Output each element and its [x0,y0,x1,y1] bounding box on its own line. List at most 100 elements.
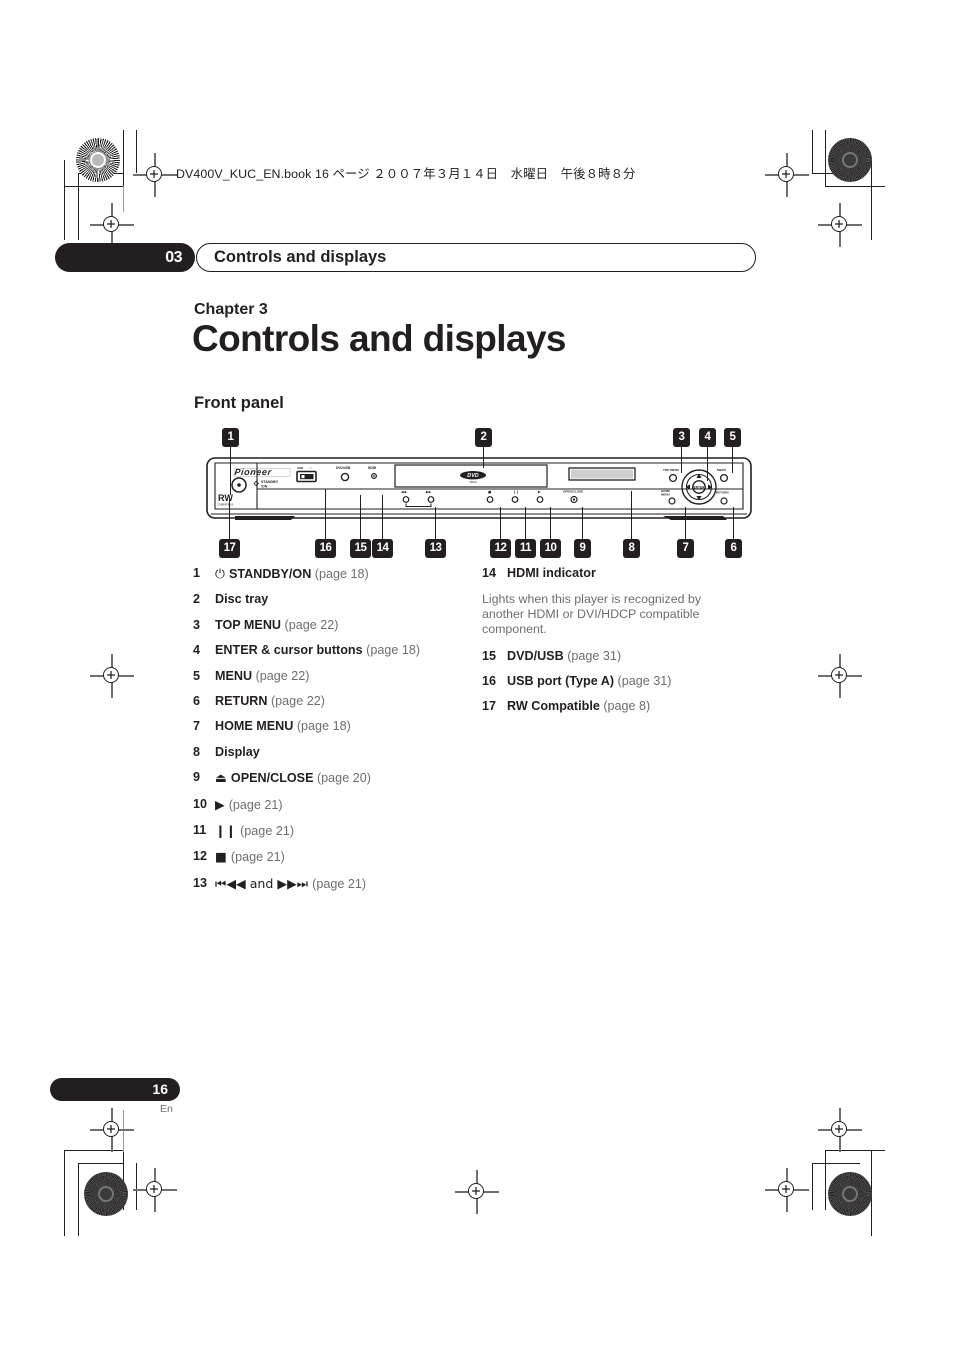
svg-text:MENU: MENU [661,493,670,497]
density-target [76,138,120,182]
list-item-number: 13 [193,875,208,890]
list-item: 7 HOME MENU (page 18) [193,719,463,734]
registration-mark [765,153,809,197]
running-head-title-pill: Controls and displays [196,243,756,272]
list-item-label: DVD/USB (page 31) [507,648,622,663]
list-item-label: ⏻ STANDBY/ON (page 18) [215,566,369,581]
svg-text:ENTER: ENTER [694,485,706,489]
list-item: 3 TOP MENU (page 22) [193,618,463,633]
svg-text:/ON: /ON [261,485,268,489]
list-item-glyph-icon: ⏻ [215,566,229,581]
svg-text:■: ■ [488,490,491,494]
list-item-label: USB port (Type A) (page 31) [507,674,672,688]
list-item: 15 DVD/USB (page 31) [482,649,742,664]
crop-mark-line [812,130,814,173]
list-item-label: MENU (page 22) [215,668,310,683]
list-item-page-ref: (page 18) [296,719,351,734]
list-item: 12 ■ (page 21) [193,849,463,865]
svg-text:◀◀: ◀◀ [401,490,407,494]
top-menu-button: TOP MENU [663,468,680,483]
list-item-page-ref: (page 22) [284,617,339,632]
page-title: Controls and displays [192,318,567,359]
transport-buttons: ◀◀ ▶▶ ■ ❙❙ ▶ OPEN/CLOSE [401,490,583,507]
list-item-label: ▶ (page 21) [215,797,283,812]
svg-text:HDMI: HDMI [368,466,376,470]
callout-9: 9 [574,539,591,558]
list-item: 14 HDMI indicator [482,566,742,581]
list-item-label: Disc tray [215,592,269,607]
list-item: 11 ❙❙ (page 21) [193,823,463,839]
list-item-description: Lights when this player is recognized by… [482,592,702,637]
crop-mark-line [64,160,66,240]
front-panel-key-left-column: 1 ⏻ STANDBY/ON (page 18) 2 Disc tray 3 TOP M… [193,566,463,902]
list-item-number: 7 [193,719,201,734]
list-item: 8 Display [193,745,463,760]
list-item-label: ENTER & cursor buttons (page 18) [215,643,421,658]
crop-mark-line [78,1163,80,1236]
pioneer-logo: Pioneer [233,467,291,477]
running-head-chapter-number: 03 [165,249,182,266]
list-item-glyph-icon: ⏮◀◀ and ▶▶⏭ [215,875,313,891]
list-item-glyph-icon: ■ [215,849,231,865]
crop-mark-line [825,1150,827,1210]
svg-text:VIDEO: VIDEO [469,481,477,484]
svg-text:DVD/USB: DVD/USB [336,466,351,470]
svg-text:COMPATIBLE: COMPATIBLE [217,503,234,507]
list-item-number: 16 [482,674,497,688]
display-window [568,467,636,481]
callout-3: 3 [673,428,690,447]
list-item-number: 5 [193,668,201,683]
dvd-video-logo: DVD VIDEO [460,471,486,484]
page-language-code: En [160,1103,173,1115]
registration-mark [818,1108,862,1152]
callout-8: 8 [623,539,640,558]
list-item: 13 ⏮◀◀ and ▶▶⏭ (page 21) [193,876,463,892]
svg-text:STANDBY: STANDBY [261,480,279,484]
crop-mark-line [78,1163,124,1165]
list-item: 10 ▶ (page 21) [193,797,463,813]
registration-mark [90,1108,134,1152]
front-panel-key-right-column: 14 HDMI indicator Lights when this player… [482,566,742,725]
list-item-label: ■ (page 21) [215,849,285,865]
list-item-number: 9 [193,770,201,785]
svg-text:DVD: DVD [467,473,478,479]
list-item-page-ref: (page 22) [270,693,325,708]
svg-text:▶▶: ▶▶ [426,490,432,494]
menu-button: MENU [717,468,729,483]
list-item: 16 USB port (Type A) (page 31) [482,674,742,689]
standby-on-button: STANDBY /ON [231,477,279,493]
front-panel-figure: 12345 17 16 15 14 13 12 11 10 9 8 7 6 Pioneer [205,428,753,558]
list-item-page-ref: (page 21) [240,823,295,838]
list-item: 6 RETURN (page 22) [193,694,463,709]
callout-1: 1 [222,428,239,447]
list-item: 17 RW Compatible (page 8) [482,699,742,714]
density-target [828,138,872,182]
svg-text:❙❙: ❙❙ [513,490,519,494]
crop-mark-line [825,130,827,187]
registration-mark [818,203,862,247]
list-item-number: 2 [193,592,201,607]
list-item-label: RETURN (page 22) [215,693,325,708]
callout-6: 6 [725,539,742,558]
crop-mark-line [812,1163,814,1210]
list-item-label: TOP MENU (page 22) [215,617,339,632]
callout-2: 2 [475,428,492,447]
list-item-label: HOME MENU (page 18) [215,719,351,734]
list-item-number: 3 [193,617,201,632]
list-item-number: 17 [482,699,497,714]
list-item-label: ❙❙ (page 21) [215,823,295,838]
svg-text:RETURN: RETURN [716,491,729,495]
list-item-page-ref: (page 18) [314,567,369,581]
page-number: 16 [152,1081,168,1097]
crop-mark-line [123,130,125,187]
registration-mark [455,1170,499,1214]
registration-mark [90,203,134,247]
list-item: 4 ENTER & cursor buttons (page 18) [193,643,463,658]
list-item: 2 Disc tray [193,592,463,607]
list-item-page-ref: (page 21) [228,797,283,812]
list-item-label: ⏏ OPEN/CLOSE (page 20) [215,770,371,786]
registration-mark [818,654,862,698]
list-item-number: 10 [193,796,208,811]
crop-mark-line [64,186,124,188]
list-item-page-ref: (page 21) [230,850,285,865]
